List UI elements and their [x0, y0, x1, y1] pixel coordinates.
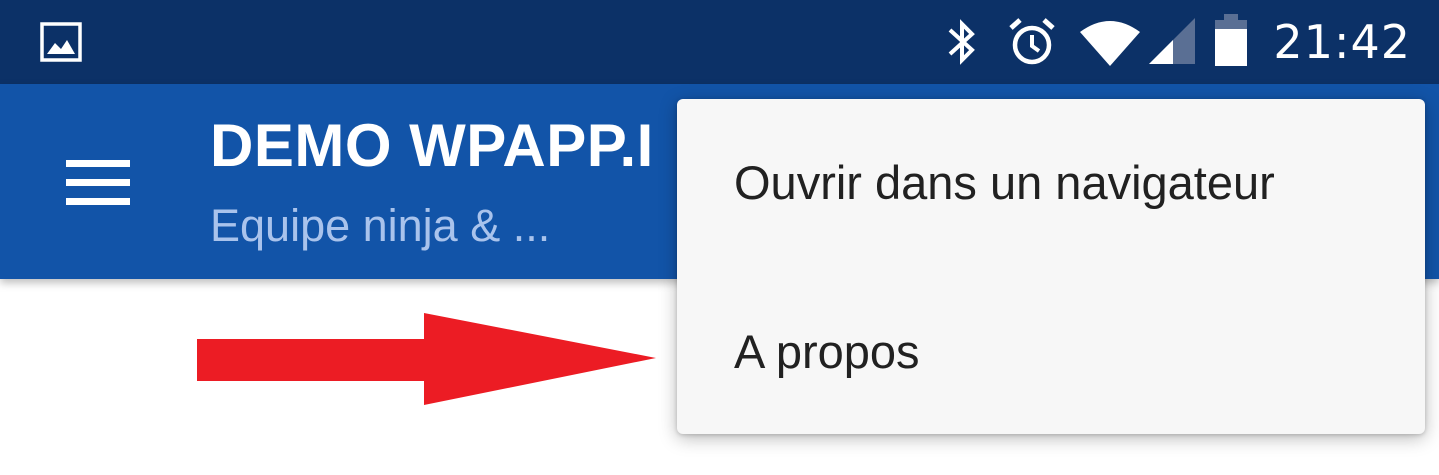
menu-item-open-in-browser[interactable]: Ouvrir dans un navigateur	[677, 99, 1425, 266]
status-bar: 21:42	[0, 0, 1439, 84]
app-bar-titles: DEMO WPAPP.I Equipe ninja & ...	[210, 110, 680, 256]
menu-item-label: Ouvrir dans un navigateur	[734, 156, 1275, 209]
red-arrow-annotation	[196, 312, 658, 413]
wifi-icon	[1079, 18, 1141, 73]
battery-icon	[1213, 14, 1249, 73]
menu-item-label: A propos	[734, 325, 920, 378]
gallery-icon	[40, 22, 82, 67]
bluetooth-icon	[945, 16, 979, 73]
app-title: DEMO WPAPP.I	[210, 112, 654, 179]
alarm-icon	[1007, 16, 1057, 73]
status-time: 21:42	[1273, 15, 1411, 69]
overflow-menu-popup: Ouvrir dans un navigateur A propos	[677, 99, 1425, 434]
app-subtitle: Equipe ninja & ...	[210, 200, 551, 251]
signal-icon	[1147, 16, 1197, 73]
menu-icon[interactable]	[48, 138, 148, 228]
menu-item-about[interactable]: A propos	[677, 267, 1425, 434]
